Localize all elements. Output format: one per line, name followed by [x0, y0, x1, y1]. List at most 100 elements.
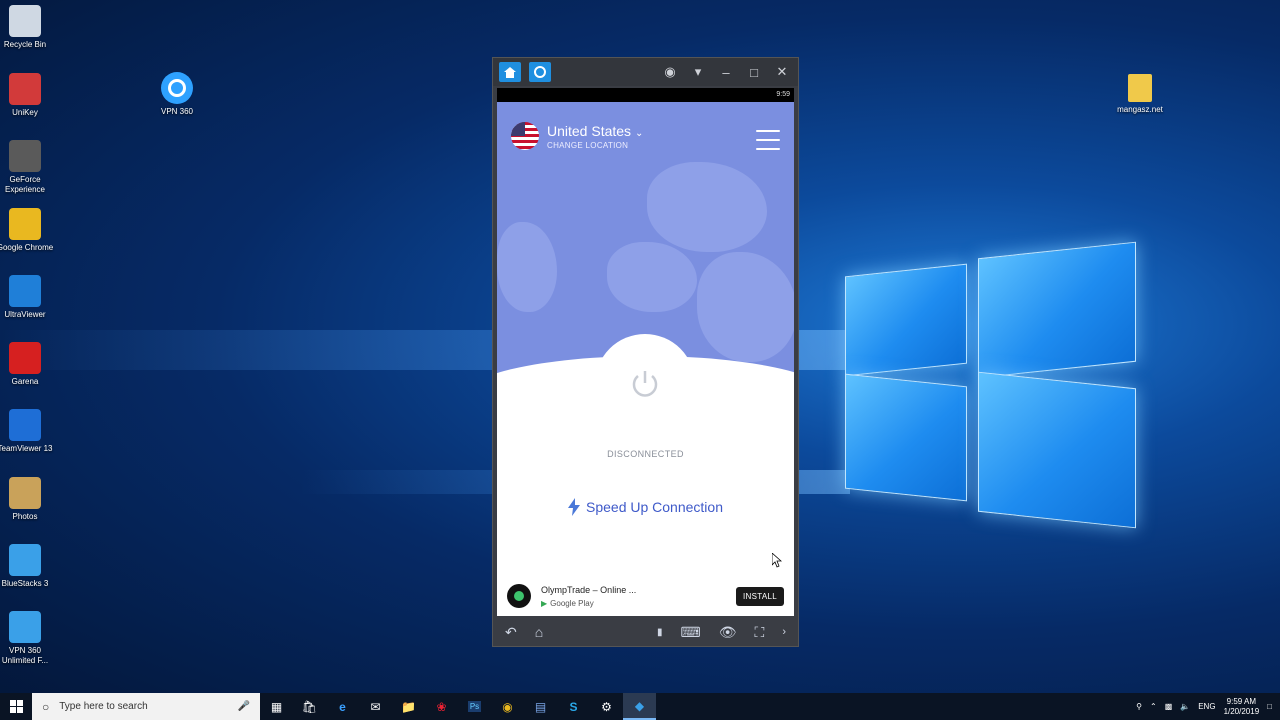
ultraviewer-icon [9, 275, 41, 307]
edge-icon[interactable]: e [326, 693, 359, 720]
tool-icon[interactable]: ⚙ [590, 693, 623, 720]
mail-icon[interactable]: ✉ [359, 693, 392, 720]
desktop-icon-label: TeamViewer 13 [0, 444, 53, 453]
keyboard-icon[interactable]: ⌨ [681, 624, 701, 641]
bluestacks-taskbar-icon[interactable]: ◆ [623, 693, 656, 720]
change-location-link[interactable]: CHANGE LOCATION [547, 141, 643, 150]
minimize-button[interactable]: – [716, 65, 736, 80]
connection-status: DISCONNECTED [607, 449, 684, 459]
chevron-up-icon[interactable]: ⌃ [1150, 702, 1157, 711]
emulator-titlebar: ◉ ▾ – □ ✕ [493, 58, 798, 86]
task-view-icon[interactable]: ▦ [260, 693, 293, 720]
search-icon: ○ [42, 699, 50, 714]
location-name: United States [547, 122, 632, 139]
start-button[interactable] [0, 693, 32, 720]
chrome-taskbar-icon[interactable]: ◉ [491, 693, 524, 720]
chevron-right-icon[interactable]: › [782, 626, 786, 638]
microphone-icon[interactable]: 🎤 [238, 701, 250, 712]
teamviewer-icon [9, 409, 41, 441]
close-button[interactable]: ✕ [772, 64, 792, 80]
emulator-navbar: ↶ ⌂ ▮ ⌨ 👁 ⛶ › [497, 620, 794, 644]
desktop-icon-label: Google Chrome [0, 243, 54, 252]
menu-icon[interactable] [756, 130, 780, 150]
network-icon[interactable]: ▩ [1165, 702, 1173, 711]
desktop-icon-label: VPN 360 Unlimited F... [1, 646, 49, 665]
desktop-icon[interactable]: Garena [0, 342, 55, 387]
recycle-bin-icon [9, 5, 41, 37]
windows-logo [840, 225, 1140, 529]
back-icon[interactable]: ↶ [505, 624, 517, 641]
desktop-icon[interactable]: Google Chrome [0, 208, 55, 253]
garena-icon [9, 342, 41, 374]
google-play-icon: ▶ [541, 598, 548, 608]
people-icon[interactable]: ⚲ [1136, 702, 1142, 711]
vpn-app-screen: United States ⌄ CHANGE LOCATION DISCONNE… [497, 102, 794, 616]
phone-icon[interactable]: ▮ [657, 627, 663, 638]
desktop-icon-label: UniKey [12, 108, 38, 117]
desktop-icon-folder[interactable]: mangasz.net [1110, 74, 1170, 115]
desktop-icon-label: Recycle Bin [3, 40, 47, 49]
skype-icon[interactable]: S [557, 693, 590, 720]
desktop-icon[interactable]: BlueStacks 3 [0, 544, 55, 589]
desktop-icon-label: Photos [12, 512, 38, 521]
home-tab[interactable] [499, 62, 521, 82]
dropdown-icon[interactable]: ▾ [688, 64, 708, 80]
file-explorer-icon[interactable]: 📁 [392, 693, 425, 720]
vpn-app-tab[interactable] [529, 62, 551, 82]
bluestacks-vpn-icon [9, 611, 41, 643]
olymptrade-logo [507, 584, 531, 608]
location-selector[interactable]: United States ⌄ CHANGE LOCATION [511, 122, 643, 150]
taskbar-search[interactable]: ○ Type here to search 🎤 [32, 693, 260, 720]
photos-icon [9, 477, 41, 509]
vpn360-icon [161, 72, 193, 104]
store-icon[interactable]: 🛍 [293, 693, 326, 720]
speed-up-button[interactable]: Speed Up Connection [497, 498, 794, 516]
vpn360-icon [534, 66, 546, 78]
maximize-button[interactable]: □ [744, 65, 764, 80]
power-icon [632, 371, 658, 397]
app-taskbar-icon[interactable]: ▤ [524, 693, 557, 720]
install-button[interactable]: INSTALL [736, 586, 784, 606]
garena-taskbar-icon[interactable]: ❀ [425, 693, 458, 720]
photoshop-icon[interactable]: Ps [458, 693, 491, 720]
folder-icon [1128, 74, 1152, 102]
system-tray: ⚲ ⌃ ▩ 🔈 ENG 9:59 AM 1/20/2019 □ [1136, 697, 1280, 717]
language-indicator[interactable]: ENG [1198, 702, 1215, 711]
desktop-icon[interactable]: UltraViewer [0, 275, 55, 320]
us-flag-icon [511, 122, 539, 150]
account-icon[interactable]: ◉ [660, 64, 680, 80]
notifications-icon[interactable]: □ [1267, 702, 1272, 711]
volume-icon[interactable]: 🔈 [1180, 702, 1190, 711]
ad-source: Google Play [550, 598, 594, 608]
desktop-icon[interactable]: TeamViewer 13 [0, 409, 55, 454]
eye-icon[interactable]: 👁 [719, 624, 737, 641]
clock[interactable]: 9:59 AM 1/20/2019 [1224, 697, 1260, 717]
geforce-icon [9, 140, 41, 172]
bluestacks-icon [9, 544, 41, 576]
emulator-window: ◉ ▾ – □ ✕ 9:59 United States ⌄ CHANGE LO… [492, 57, 799, 647]
taskbar: ○ Type here to search 🎤 ▦ 🛍 e ✉ 📁 ❀ Ps ◉… [0, 693, 1280, 720]
ad-title: OlympTrade – Online ... [541, 584, 637, 595]
fullscreen-icon[interactable]: ⛶ [755, 624, 765, 641]
chrome-icon [9, 208, 41, 240]
home-nav-icon[interactable]: ⌂ [535, 624, 543, 640]
desktop-icon[interactable]: Photos [0, 477, 55, 522]
desktop-icon-label: UltraViewer [4, 310, 46, 319]
desktop-icon-label: Garena [11, 377, 39, 386]
desktop-icon[interactable]: UniKey [0, 73, 55, 118]
android-statusbar: 9:59 [497, 88, 794, 102]
desktop-icon-label: BlueStacks 3 [1, 579, 49, 588]
desktop-icon-label: GeForce Experience [4, 175, 46, 194]
mouse-cursor-icon [772, 553, 782, 568]
chevron-down-icon: ⌄ [634, 127, 644, 139]
power-button[interactable] [595, 334, 695, 434]
ad-banner[interactable]: OlympTrade – Online ... ▶ Google Play INS… [497, 576, 794, 616]
lightning-icon [568, 498, 580, 516]
windows-start-icon [9, 700, 23, 713]
home-icon [504, 66, 516, 78]
desktop-icon[interactable]: Recycle Bin [0, 5, 55, 50]
desktop-icon-vpn360[interactable]: VPN 360 [147, 72, 207, 117]
desktop-icon[interactable]: GeForce Experience [0, 140, 55, 195]
desktop-icon[interactable]: VPN 360 Unlimited F... [0, 611, 55, 666]
unikey-icon [9, 73, 41, 105]
